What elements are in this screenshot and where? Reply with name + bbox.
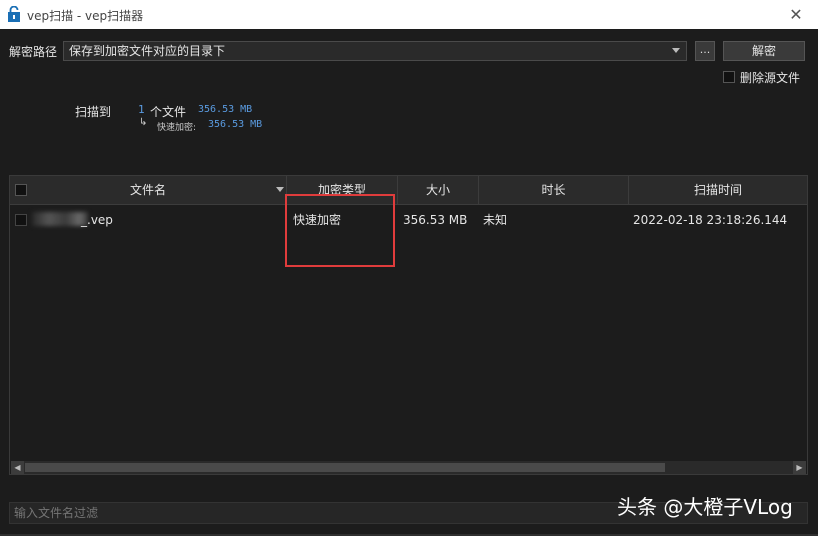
scan-total-size: 356.53 MB [198,104,253,115]
scroll-right-icon[interactable]: ▶ [793,461,806,474]
window-title: vep扫描 - vep扫描器 [27,9,144,23]
close-icon: ✕ [789,5,803,24]
cell-enc-type: 快速加密 [293,213,342,227]
chevron-down-icon [672,48,680,53]
redacted-filename [32,212,88,226]
close-button[interactable]: ✕ [774,0,818,29]
decrypt-path-label: 解密路径 [9,45,58,59]
scan-label: 扫描到 [75,105,112,119]
column-duration[interactable]: 时长 [479,176,629,204]
lock-icon [8,6,20,22]
horizontal-scrollbar[interactable]: ◀ ▶ [11,461,806,474]
cell-filename: _.vep [81,213,113,227]
column-size[interactable]: 大小 [398,176,479,204]
cell-scan-time: 2022-02-18 23:18:26.144 [633,213,788,227]
file-table: 文件名 加密类型 大小 时长 扫描时间 _.vep 快速加密 356.53 MB… [9,175,808,475]
column-filename[interactable]: 文件名 [10,176,287,204]
scan-count: 1 [138,103,145,116]
sort-down-icon [276,187,284,192]
column-enc-type[interactable]: 加密类型 [287,176,398,204]
column-scan-time[interactable]: 扫描时间 [629,176,807,204]
scroll-thumb[interactable] [25,463,665,472]
cell-size: 356.53 MB [403,213,468,227]
main-panel: 解密路径 保存到加密文件对应的目录下 ... 解密 删除源文件 扫描到 1 个文… [0,29,818,536]
quick-encrypt-size: 356.53 MB [208,119,263,130]
delete-source-label: 删除源文件 [740,71,801,85]
sub-arrow-icon: ↳ [139,117,148,128]
decrypt-button[interactable]: 解密 [723,41,805,61]
decrypt-path-select[interactable]: 保存到加密文件对应的目录下 [63,41,687,61]
browse-button[interactable]: ... [695,41,715,61]
watermark: 头条 @大橙子VLog [617,495,793,519]
scan-count-unit: 个文件 [150,105,187,119]
delete-source-checkbox[interactable] [723,71,735,83]
scroll-left-icon[interactable]: ◀ [11,461,24,474]
select-all-checkbox[interactable] [15,184,27,196]
title-bar: vep扫描 - vep扫描器 ✕ [0,0,818,29]
quick-encrypt-label: 快速加密: [157,123,197,133]
row-checkbox[interactable] [15,214,27,226]
table-row[interactable]: _.vep 快速加密 356.53 MB 未知 2022-02-18 23:18… [10,206,807,234]
decrypt-path-value: 保存到加密文件对应的目录下 [69,44,226,58]
table-header: 文件名 加密类型 大小 时长 扫描时间 [10,176,807,205]
cell-duration: 未知 [483,213,508,227]
